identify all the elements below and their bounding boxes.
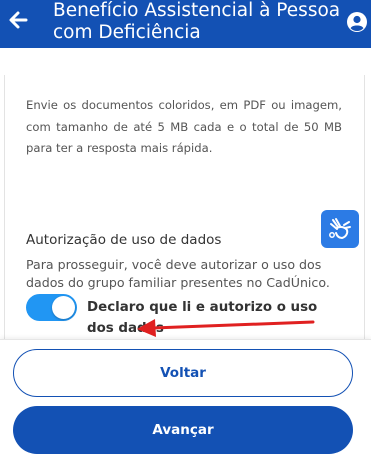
back-nav-button[interactable]: Voltar bbox=[13, 349, 353, 397]
section-title: Autorização de uso de dados bbox=[26, 232, 222, 248]
upload-instructions: Envie os documentos coloridos, em PDF ou… bbox=[26, 98, 342, 155]
next-nav-button[interactable]: Avançar bbox=[13, 406, 353, 454]
app-header: Benefício Assistencial à Pessoa com Defi… bbox=[0, 0, 371, 48]
authorization-toggle[interactable] bbox=[26, 294, 77, 321]
page-title: Benefício Assistencial à Pessoa com Defi… bbox=[53, 0, 341, 43]
user-circle-icon bbox=[347, 12, 367, 32]
red-arrow-annotation bbox=[137, 319, 315, 337]
sign-language-button[interactable] bbox=[321, 210, 359, 248]
arrow-left-icon bbox=[9, 11, 28, 29]
sign-language-icon bbox=[329, 218, 351, 240]
back-button[interactable] bbox=[6, 6, 30, 34]
authorization-description: Para prosseguir, você deve autorizar o u… bbox=[26, 257, 330, 290]
toggle-knob bbox=[52, 296, 75, 319]
user-menu-button[interactable] bbox=[345, 10, 369, 34]
